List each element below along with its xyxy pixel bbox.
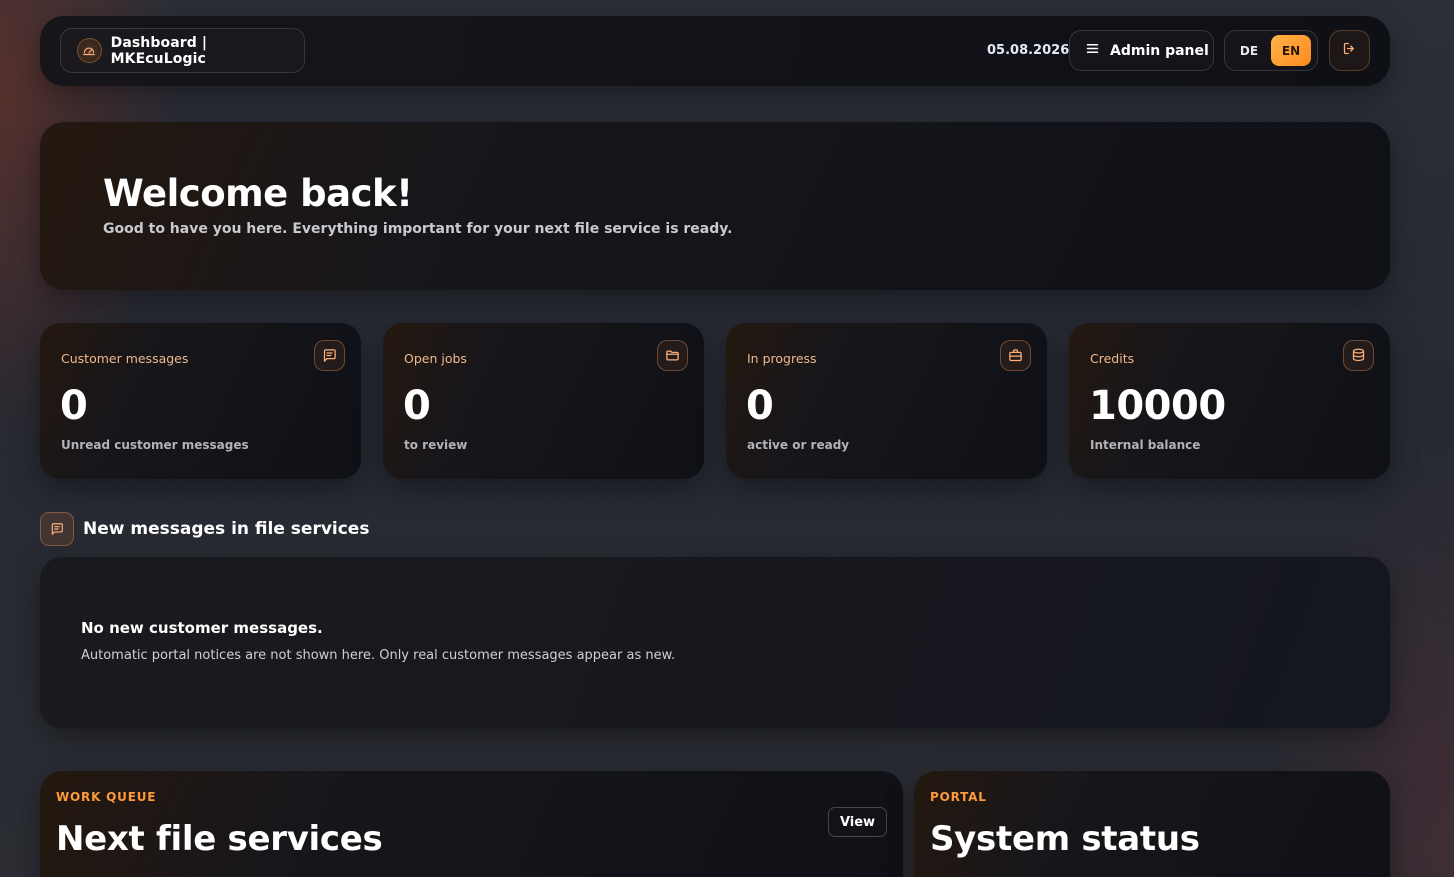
top-header: Dashboard | MKEcuLogic 05.08.2026 Admin … (40, 16, 1390, 86)
lang-de-button[interactable]: DE (1229, 35, 1269, 66)
brand-logo-icon (77, 38, 102, 63)
message-icon (314, 340, 345, 371)
lang-en-button[interactable]: EN (1271, 35, 1311, 66)
welcome-subtitle: Good to have you here. Everything import… (103, 221, 733, 237)
logout-icon (1342, 41, 1357, 60)
stat-value: 10000 (1089, 383, 1226, 429)
stat-label: Credits (1090, 351, 1135, 366)
empty-state-text: Automatic portal notices are not shown h… (81, 648, 676, 663)
section-title: New messages in file services (83, 519, 370, 539)
stat-label: Open jobs (404, 351, 467, 366)
stat-label: Customer messages (61, 351, 189, 366)
briefcase-icon (1000, 340, 1031, 371)
menu-icon (1085, 41, 1100, 60)
welcome-hero: Welcome back! Good to have you here. Eve… (40, 122, 1390, 290)
stat-card-in-progress[interactable]: In progress 0 active or ready (726, 323, 1047, 479)
view-button[interactable]: View (828, 807, 887, 837)
work-queue-panel: WORK QUEUE Next file services View (40, 771, 903, 877)
stat-card-credits[interactable]: Credits 10000 Internal balance (1069, 323, 1390, 479)
stat-value: 0 (746, 383, 774, 429)
stat-value: 0 (60, 383, 88, 429)
messages-panel: No new customer messages. Automatic port… (40, 557, 1390, 728)
brand-link[interactable]: Dashboard | MKEcuLogic (60, 28, 305, 73)
admin-panel-label: Admin panel (1110, 42, 1209, 59)
portal-kicker: PORTAL (930, 790, 987, 804)
logout-button[interactable] (1329, 30, 1370, 71)
portal-title: System status (930, 819, 1200, 859)
welcome-title: Welcome back! (103, 172, 413, 215)
stat-value: 0 (403, 383, 431, 429)
work-queue-kicker: WORK QUEUE (56, 790, 157, 804)
stat-sub: active or ready (747, 438, 850, 452)
empty-state-title: No new customer messages. (81, 619, 323, 637)
message-icon (40, 512, 74, 546)
stat-sub: Internal balance (1090, 438, 1201, 452)
current-date: 05.08.2026 (987, 43, 1070, 58)
stat-label: In progress (747, 351, 817, 366)
work-queue-title: Next file services (56, 819, 383, 859)
stat-card-open-jobs[interactable]: Open jobs 0 to review (383, 323, 704, 479)
language-switcher: DE EN (1224, 30, 1318, 71)
section-heading-messages: New messages in file services (40, 512, 369, 546)
brand-title: Dashboard | MKEcuLogic (110, 34, 208, 67)
admin-panel-button[interactable]: Admin panel (1069, 30, 1214, 71)
database-icon (1343, 340, 1374, 371)
stat-card-customer-messages[interactable]: Customer messages 0 Unread customer mess… (40, 323, 361, 479)
stat-sub: to review (404, 438, 468, 452)
portal-status-panel: PORTAL System status (914, 771, 1390, 877)
stat-sub: Unread customer messages (61, 438, 249, 452)
folder-icon (657, 340, 688, 371)
